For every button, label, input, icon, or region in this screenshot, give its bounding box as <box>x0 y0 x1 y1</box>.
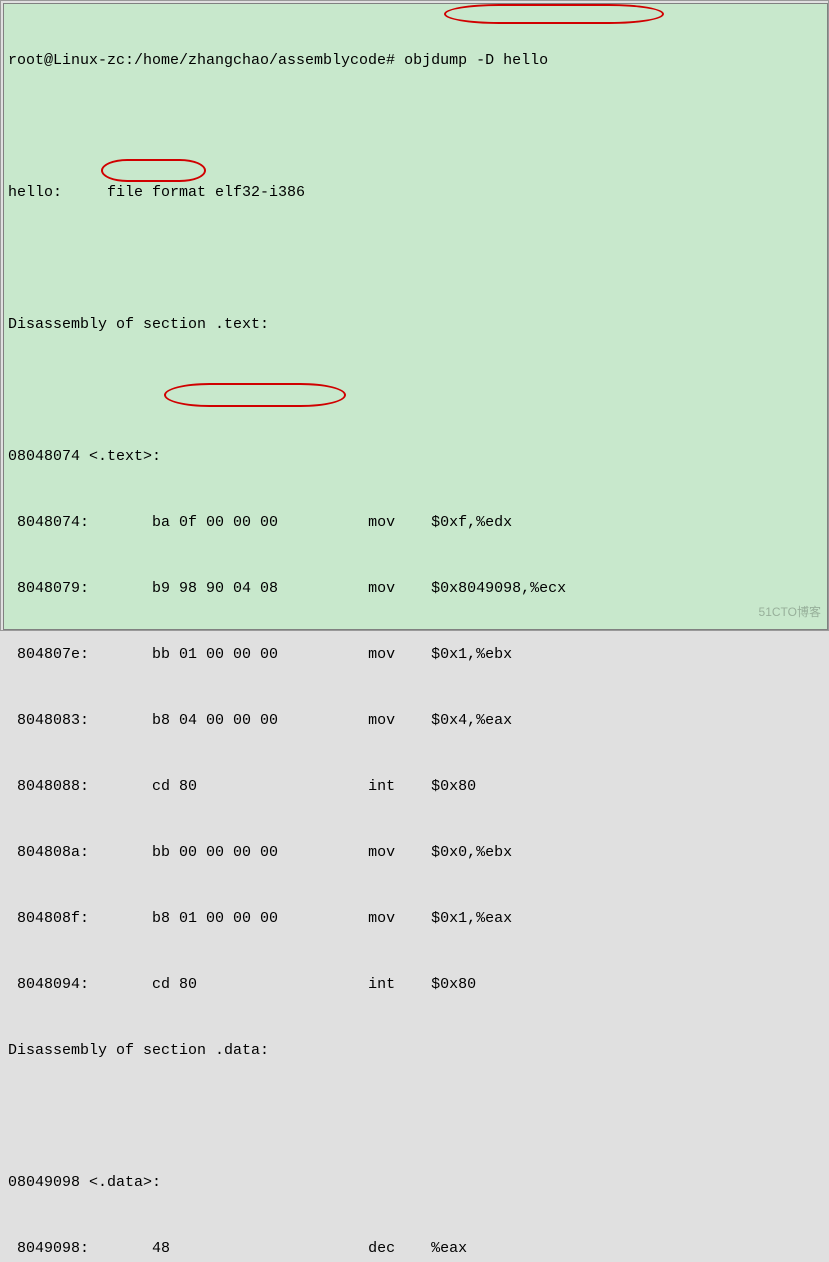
asm-row: 804808f: b8 01 00 00 00 mov $0x1,%eax <box>8 908 823 930</box>
prompt-line[interactable]: root@Linux-zc:/home/zhangchao/assemblyco… <box>8 50 823 72</box>
asm-row: 8048088: cd 80 int $0x80 <box>8 776 823 798</box>
shell-prompt: root@Linux-zc:/home/zhangchao/assemblyco… <box>8 52 404 69</box>
section-header-text: Disassembly of section .text: <box>8 314 823 336</box>
annotation-ellipse-text-section <box>101 159 206 182</box>
watermark-text: 51CTO博客 <box>759 601 821 623</box>
terminal-output: root@Linux-zc:/home/zhangchao/assemblyco… <box>3 3 828 630</box>
annotation-ellipse-command <box>444 4 664 24</box>
asm-row: 8048079: b9 98 90 04 08 mov $0x8049098,%… <box>8 578 823 600</box>
command-text: objdump -D hello <box>404 52 548 69</box>
asm-row: 8049098: 48 dec %eax <box>8 1238 823 1260</box>
asm-row: 8048094: cd 80 int $0x80 <box>8 974 823 996</box>
file-info: hello: file format elf32-i386 <box>8 182 823 204</box>
asm-row: 804808a: bb 00 00 00 00 mov $0x0,%ebx <box>8 842 823 864</box>
blank-line <box>8 116 823 138</box>
section-header-data: Disassembly of section .data: <box>8 1040 823 1062</box>
asm-row: 8048083: b8 04 00 00 00 mov $0x4,%eax <box>8 710 823 732</box>
blank-line <box>8 248 823 270</box>
blank-line <box>8 1106 823 1128</box>
symbol-label-data: 08049098 <.data>: <box>8 1172 823 1194</box>
asm-row: 804807e: bb 01 00 00 00 mov $0x1,%ebx <box>8 644 823 666</box>
blank-line <box>8 380 823 402</box>
symbol-label-text: 08048074 <.text>: <box>8 446 823 468</box>
asm-row: 8048074: ba 0f 00 00 00 mov $0xf,%edx <box>8 512 823 534</box>
